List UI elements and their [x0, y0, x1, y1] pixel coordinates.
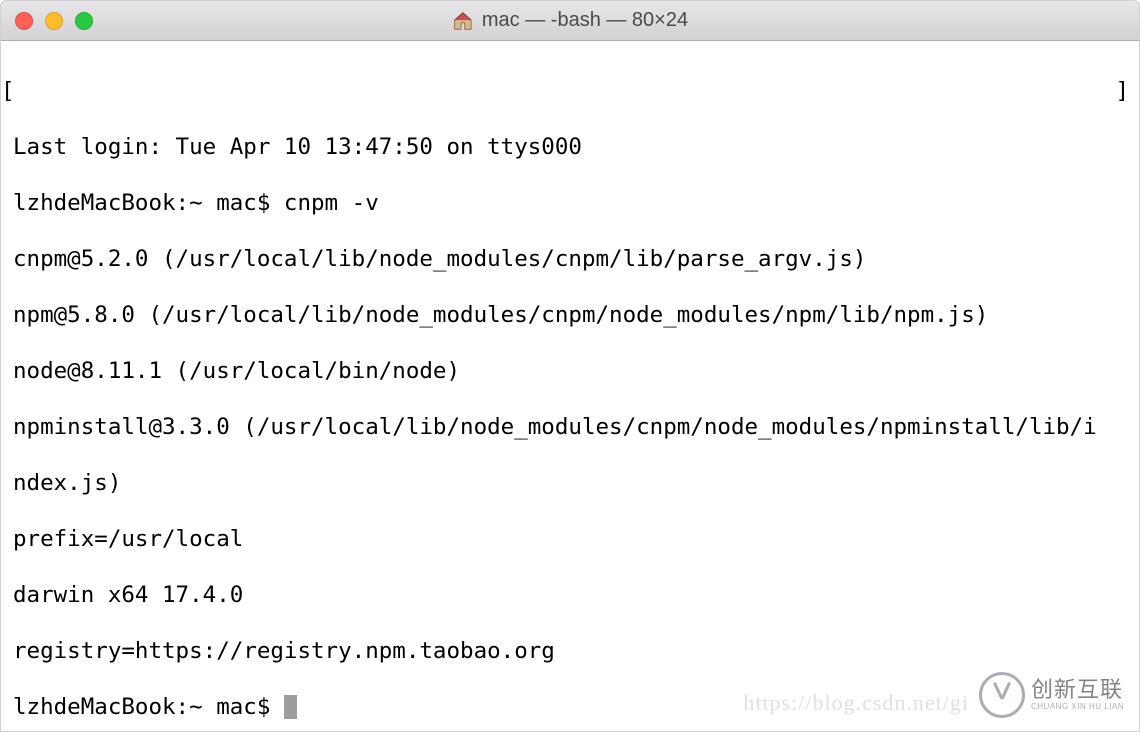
close-button[interactable]: [15, 12, 33, 30]
maximize-button[interactable]: [75, 12, 93, 30]
logo-text: 创新互联 CHUANG XIN HU LIAN: [1031, 679, 1124, 711]
prompt-right-bracket: ]: [1115, 77, 1129, 105]
home-icon: [452, 10, 474, 32]
terminal-line: darwin x64 17.4.0: [13, 581, 1127, 609]
terminal-line: node@8.11.1 (/usr/local/bin/node): [13, 357, 1127, 385]
titlebar[interactable]: mac — -bash — 80×24: [1, 1, 1139, 41]
terminal-line: Last login: Tue Apr 10 13:47:50 on ttys0…: [13, 133, 1127, 161]
terminal-line: ndex.js): [13, 469, 1127, 497]
window-title: mac — -bash — 80×24: [482, 9, 688, 32]
traffic-lights: [1, 12, 93, 30]
window-title-container: mac — -bash — 80×24: [452, 9, 688, 32]
minimize-button[interactable]: [45, 12, 63, 30]
terminal-line: prefix=/usr/local: [13, 525, 1127, 553]
logo-cn-text: 创新互联: [1031, 679, 1124, 701]
terminal-line: npm@5.8.0 (/usr/local/lib/node_modules/c…: [13, 301, 1127, 329]
cursor: [284, 695, 297, 719]
terminal-prompt: lzhdeMacBook:~ mac$: [13, 694, 284, 720]
logo-icon: [979, 672, 1025, 718]
terminal-line: registry=https://registry.npm.taobao.org: [13, 637, 1127, 665]
terminal-body[interactable]: [ ] Last login: Tue Apr 10 13:47:50 on t…: [1, 41, 1139, 731]
watermark-logo: 创新互联 CHUANG XIN HU LIAN: [979, 665, 1139, 725]
watermark-url: https://blog.csdn.net/gi: [743, 689, 969, 717]
terminal-line: lzhdeMacBook:~ mac$ cnpm -v: [13, 189, 1127, 217]
prompt-left-bracket: [: [1, 77, 15, 105]
terminal-window: mac — -bash — 80×24 [ ] Last login: Tue …: [0, 0, 1140, 732]
terminal-line: cnpm@5.2.0 (/usr/local/lib/node_modules/…: [13, 245, 1127, 273]
logo-en-text: CHUANG XIN HU LIAN: [1031, 703, 1124, 711]
terminal-line: npminstall@3.3.0 (/usr/local/lib/node_mo…: [13, 413, 1127, 441]
